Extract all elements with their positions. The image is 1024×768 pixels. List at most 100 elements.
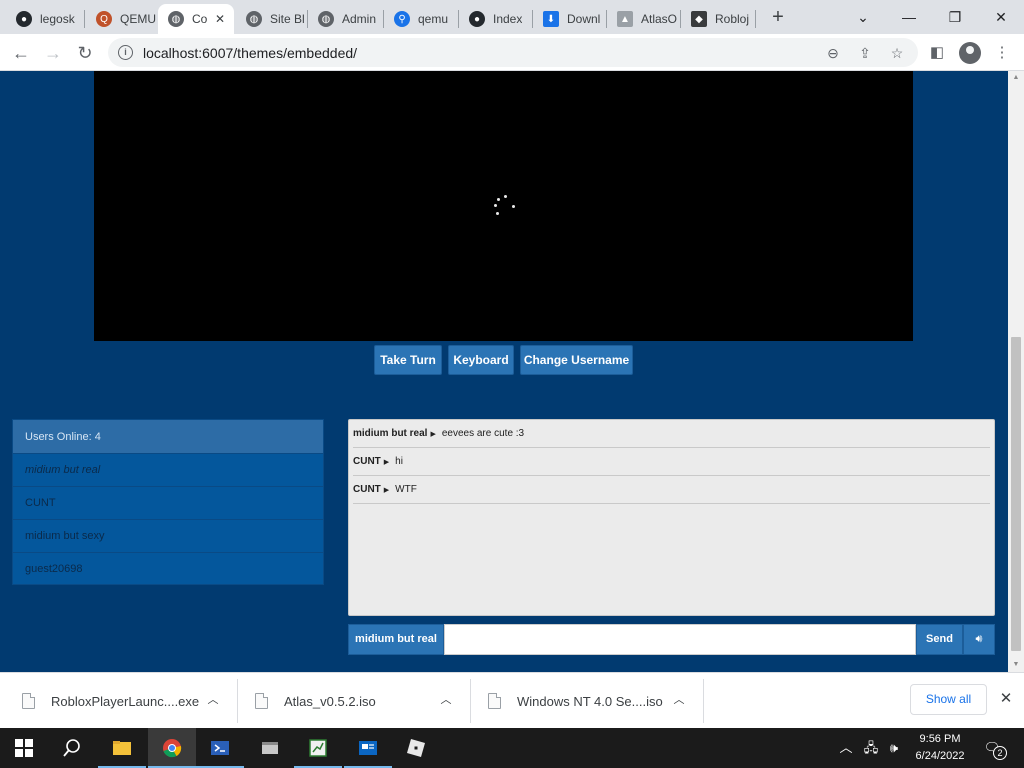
tab-search[interactable]: ⚲ qemu bbox=[384, 4, 458, 34]
network-icon[interactable]: 🖧︎ bbox=[860, 738, 882, 758]
github-icon: ● bbox=[469, 11, 485, 27]
chevron-up-icon[interactable]: ︿ bbox=[670, 691, 688, 709]
take-turn-button[interactable]: Take Turn bbox=[374, 345, 442, 375]
taskbar-search-button[interactable] bbox=[48, 728, 96, 768]
menu-kebab-icon[interactable]: ⋮ bbox=[991, 42, 1013, 64]
taskbar-roblox[interactable] bbox=[392, 728, 440, 768]
system-clock[interactable]: 9:56 PM 6/24/2022 bbox=[908, 731, 972, 765]
keyboard-button[interactable]: Keyboard bbox=[448, 345, 514, 375]
minimize-window-icon[interactable]: — bbox=[895, 5, 923, 29]
tab-downloads[interactable]: ⬇ Downl bbox=[533, 4, 605, 34]
tab-label: Index bbox=[493, 12, 523, 26]
volume-icon[interactable]: 🕪︎ bbox=[884, 738, 904, 758]
close-icon[interactable]: ✕ bbox=[996, 689, 1016, 709]
file-icon bbox=[255, 693, 268, 709]
vm-screen[interactable] bbox=[94, 71, 913, 341]
chrome-icon bbox=[163, 739, 182, 758]
download-shelf: RobloxPlayerLaunc....exe ︿ Atlas_v0.5.2.… bbox=[0, 672, 1024, 728]
search-icon: ⚲ bbox=[394, 11, 410, 27]
chevron-up-icon[interactable]: ︿ bbox=[838, 738, 854, 758]
chevron-up-icon[interactable]: ︿ bbox=[437, 691, 455, 709]
powershell-icon bbox=[211, 741, 229, 755]
bookmark-star-icon[interactable]: ☆ bbox=[888, 44, 906, 62]
chat-log[interactable]: midium but real ▶ eevees are cute :3 CUN… bbox=[348, 419, 995, 616]
tab-current[interactable]: ◍ Co ✕ bbox=[158, 4, 234, 34]
start-button[interactable] bbox=[0, 728, 48, 768]
taskbar-news-app[interactable] bbox=[344, 728, 392, 768]
speaker-icon[interactable]: 🔊︎ bbox=[963, 624, 995, 655]
download-item[interactable]: RobloxPlayerLaunc....exe bbox=[22, 679, 199, 723]
user-list-item[interactable]: CUNT bbox=[13, 487, 323, 520]
github-icon: ● bbox=[16, 11, 32, 27]
chat-message: CUNT ▶ WTF bbox=[353, 476, 990, 504]
chat-username-label: midium but real bbox=[348, 624, 444, 655]
tab-strip: ● legosk Q QEMU ◍ Co ✕ ◍ Site Bl ◍ Admin… bbox=[0, 0, 1024, 34]
chat-username: CUNT bbox=[353, 456, 381, 467]
tab-site[interactable]: ◍ Site Bl bbox=[236, 4, 306, 34]
close-tab-icon[interactable]: ✕ bbox=[212, 11, 228, 27]
clock-time: 9:56 PM bbox=[919, 733, 961, 745]
profile-avatar-icon[interactable] bbox=[959, 42, 981, 64]
tab-roblox[interactable]: ◆ Robloj bbox=[681, 4, 755, 34]
forward-arrow-icon[interactable]: → bbox=[40, 40, 66, 66]
tab-search-dropdown-icon[interactable]: ⌄ bbox=[849, 5, 877, 29]
taskbar-chart-app[interactable] bbox=[294, 728, 342, 768]
chat-input[interactable] bbox=[444, 624, 916, 655]
tab-label: Co bbox=[192, 12, 208, 26]
download-item[interactable]: Atlas_v0.5.2.iso bbox=[255, 679, 376, 723]
zoom-icon[interactable]: ⊖ bbox=[824, 44, 842, 62]
close-window-icon[interactable]: ✕ bbox=[987, 5, 1015, 29]
tab-label: Downl bbox=[567, 12, 601, 26]
chat-text: eevees are cute :3 bbox=[441, 428, 525, 439]
side-panel-icon[interactable]: ◧ bbox=[926, 42, 948, 64]
change-username-button[interactable]: Change Username bbox=[520, 345, 633, 375]
users-online-header: Users Online: 4 bbox=[13, 420, 323, 454]
tab-legosk[interactable]: ● legosk bbox=[6, 4, 84, 34]
user-list-item[interactable]: midium but sexy bbox=[13, 520, 323, 553]
scroll-down-arrow-icon[interactable]: ▼ bbox=[1008, 658, 1024, 672]
scroll-up-arrow-icon[interactable]: ▲ bbox=[1008, 71, 1024, 85]
page-scrollbar[interactable]: ▲ ▼ bbox=[1008, 71, 1024, 672]
tab-label: Robloj bbox=[715, 12, 750, 26]
show-all-downloads-button[interactable]: Show all bbox=[910, 684, 987, 715]
loading-spinner-icon bbox=[494, 195, 518, 219]
chevron-up-icon[interactable]: ︿ bbox=[204, 691, 222, 709]
news-icon bbox=[359, 741, 377, 755]
taskbar-chrome[interactable] bbox=[148, 728, 196, 768]
site-info-icon[interactable]: i bbox=[118, 45, 133, 60]
taskbar-powershell[interactable] bbox=[196, 728, 244, 768]
tab-label: Admin bbox=[342, 12, 377, 26]
restore-window-icon[interactable]: ❐ bbox=[941, 5, 969, 29]
scroll-thumb[interactable] bbox=[1011, 337, 1021, 651]
page-viewport: Take Turn Keyboard Change Username Users… bbox=[0, 71, 1024, 672]
new-tab-button[interactable]: + bbox=[766, 6, 790, 30]
chat-text: WTF bbox=[395, 484, 417, 495]
spreadsheet-icon bbox=[309, 739, 327, 757]
qemu-icon: Q bbox=[96, 11, 112, 27]
tab-divider bbox=[84, 10, 85, 28]
triangle-logo-icon: ▲ bbox=[617, 11, 633, 27]
taskbar-file-explorer[interactable] bbox=[98, 728, 146, 768]
arrow-right-icon: ▶ bbox=[383, 458, 390, 466]
download-item[interactable]: Windows NT 4.0 Se....iso bbox=[488, 679, 663, 723]
tab-qemu[interactable]: Q QEMU bbox=[86, 4, 158, 34]
divider bbox=[703, 679, 704, 723]
download-filename: RobloxPlayerLaunc....exe bbox=[51, 693, 200, 709]
tab-admin[interactable]: ◍ Admin bbox=[308, 4, 382, 34]
address-bar[interactable]: i localhost:6007/themes/embedded/ ⊖ ⇪ ☆ bbox=[108, 38, 918, 67]
user-list-item[interactable]: midium but real bbox=[13, 454, 323, 487]
notification-center-icon[interactable]: 🗨︎ 2 bbox=[982, 738, 1007, 760]
tab-index[interactable]: ● Index bbox=[459, 4, 531, 34]
user-list-item[interactable]: guest20698 bbox=[13, 553, 323, 586]
back-arrow-icon[interactable]: ← bbox=[8, 40, 34, 66]
share-icon[interactable]: ⇪ bbox=[856, 44, 874, 62]
reload-icon[interactable]: ↻ bbox=[72, 40, 98, 66]
arrow-right-icon: ▶ bbox=[383, 486, 390, 494]
url-text[interactable]: localhost:6007/themes/embedded/ bbox=[143, 45, 357, 61]
tab-atlas[interactable]: ▲ AtlasO bbox=[607, 4, 679, 34]
globe-icon: ◍ bbox=[168, 11, 184, 27]
send-button[interactable]: Send bbox=[916, 624, 963, 655]
taskbar-app[interactable] bbox=[246, 728, 294, 768]
roblox-icon bbox=[407, 739, 425, 757]
download-icon: ⬇ bbox=[543, 11, 559, 27]
